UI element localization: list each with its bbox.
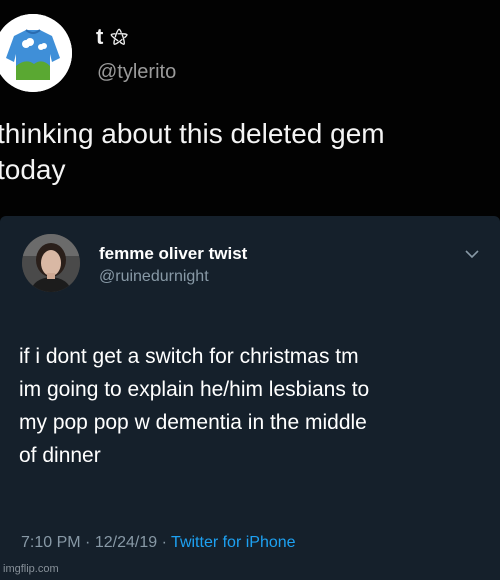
- meta-separator: ·: [161, 534, 167, 551]
- quoted-display-name[interactable]: femme oliver twist: [99, 244, 247, 264]
- meta-separator: ·: [85, 534, 91, 551]
- outer-display-name[interactable]: t ⚝: [96, 24, 129, 50]
- tweet-screenshot: t ⚝ @tylerito thinking about this deleted…: [0, 0, 500, 580]
- quoted-handle[interactable]: @ruinedurnight: [99, 268, 209, 286]
- quoted-tweet-card[interactable]: femme oliver twist @ruinedurnight if i d…: [0, 216, 500, 580]
- sweater-avatar-icon[interactable]: [0, 14, 72, 92]
- chevron-down-icon[interactable]: [462, 246, 482, 262]
- outer-handle[interactable]: @tylerito: [97, 61, 176, 84]
- outer-tweet-text: thinking about this deleted gem today: [0, 118, 385, 185]
- profile-photo-avatar[interactable]: [22, 234, 80, 292]
- tweet-source-link[interactable]: Twitter for iPhone: [171, 534, 296, 551]
- tweet-time[interactable]: 7:10 PM: [21, 534, 81, 551]
- tweet-metadata: 7:10 PM · 12/24/19 · Twitter for iPhone: [21, 534, 296, 552]
- tweet-date[interactable]: 12/24/19: [95, 534, 157, 551]
- imgflip-watermark: imgflip.com: [3, 563, 59, 575]
- quoted-tweet-text: if i dont get a switch for christmas tm …: [19, 345, 370, 467]
- outer-display-name-text: t: [96, 24, 105, 49]
- name-emoji-icon: ⚝: [110, 26, 129, 46]
